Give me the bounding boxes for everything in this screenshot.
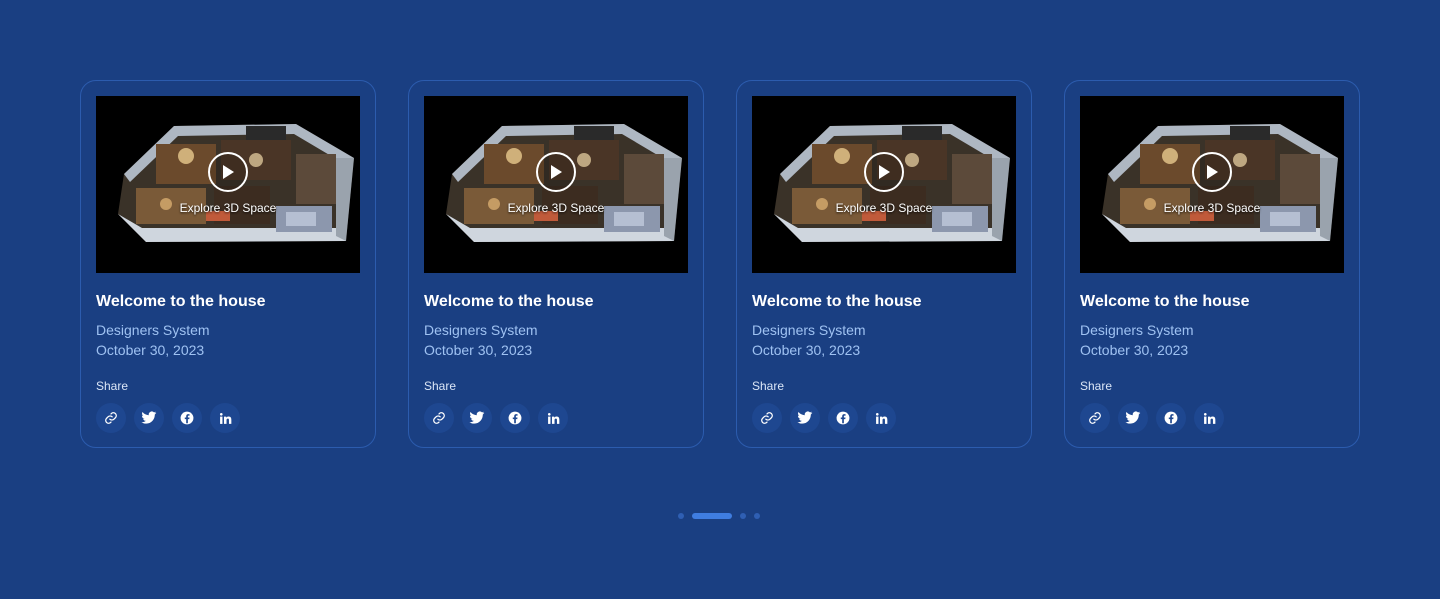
play-icon [879,165,890,179]
share-link-button[interactable] [96,403,126,433]
card-date: October 30, 2023 [1080,342,1189,358]
share-facebook-button[interactable] [500,403,530,433]
share-buttons [424,403,688,433]
twitter-icon [141,411,157,425]
explore-3d-label: Explore 3D Space [507,201,605,215]
share-twitter-button[interactable] [790,403,820,433]
share-facebook-button[interactable] [172,403,202,433]
share-label: Share [752,379,785,393]
video-thumbnail[interactable]: Explore 3D Space [752,96,1016,273]
card-author: Designers System [752,322,866,338]
explore-3d-label: Explore 3D Space [179,201,277,215]
share-linkedin-button[interactable] [210,403,240,433]
card-date: October 30, 2023 [424,342,533,358]
card-carousel: Explore 3D Space Welcome to the house De… [80,80,1360,448]
card-author: Designers System [1080,322,1194,338]
share-link-button[interactable] [752,403,782,433]
share-linkedin-button[interactable] [866,403,896,433]
video-card: Explore 3D Space Welcome to the house De… [80,80,376,448]
link-icon [432,411,446,425]
share-link-button[interactable] [1080,403,1110,433]
video-thumbnail[interactable]: Explore 3D Space [96,96,360,273]
share-linkedin-button[interactable] [1194,403,1224,433]
play-button[interactable] [536,152,576,192]
card-title[interactable]: Welcome to the house [424,293,688,311]
link-icon [104,411,118,425]
play-icon [551,165,562,179]
share-facebook-button[interactable] [1156,403,1186,433]
pagination-dot[interactable] [754,513,760,519]
explore-3d-label: Explore 3D Space [1163,201,1261,215]
share-link-button[interactable] [424,403,454,433]
explore-3d-label: Explore 3D Space [835,201,933,215]
pagination-dot[interactable] [678,513,684,519]
link-icon [1088,411,1102,425]
twitter-icon [1125,411,1141,425]
share-twitter-button[interactable] [1118,403,1148,433]
card-date: October 30, 2023 [96,342,205,358]
facebook-icon [836,411,850,425]
card-title[interactable]: Welcome to the house [752,293,1016,311]
share-label: Share [424,379,457,393]
video-card: Explore 3D Space Welcome to the house De… [408,80,704,448]
share-facebook-button[interactable] [828,403,858,433]
play-button[interactable] [208,152,248,192]
video-card: Explore 3D Space Welcome to the house De… [1064,80,1360,448]
play-button[interactable] [864,152,904,192]
share-buttons [752,403,1016,433]
share-buttons [1080,403,1344,433]
facebook-icon [508,411,522,425]
share-label: Share [1080,379,1113,393]
card-title[interactable]: Welcome to the house [96,293,360,311]
twitter-icon [797,411,813,425]
video-thumbnail[interactable]: Explore 3D Space [1080,96,1344,273]
share-label: Share [96,379,129,393]
pagination-dot[interactable] [740,513,746,519]
play-icon [1207,165,1218,179]
share-linkedin-button[interactable] [538,403,568,433]
card-date: October 30, 2023 [752,342,861,358]
video-thumbnail[interactable]: Explore 3D Space [424,96,688,273]
facebook-icon [180,411,194,425]
card-author: Designers System [96,322,210,338]
twitter-icon [469,411,485,425]
linkedin-icon [1203,412,1216,425]
linkedin-icon [219,412,232,425]
share-twitter-button[interactable] [134,403,164,433]
card-title[interactable]: Welcome to the house [1080,293,1344,311]
linkedin-icon [875,412,888,425]
video-card: Explore 3D Space Welcome to the house De… [736,80,1032,448]
share-twitter-button[interactable] [462,403,492,433]
play-button[interactable] [1192,152,1232,192]
linkedin-icon [547,412,560,425]
facebook-icon [1164,411,1178,425]
card-author: Designers System [424,322,538,338]
play-icon [223,165,234,179]
carousel-pagination [678,513,760,519]
pagination-dot-active[interactable] [692,513,732,519]
link-icon [760,411,774,425]
share-buttons [96,403,360,433]
